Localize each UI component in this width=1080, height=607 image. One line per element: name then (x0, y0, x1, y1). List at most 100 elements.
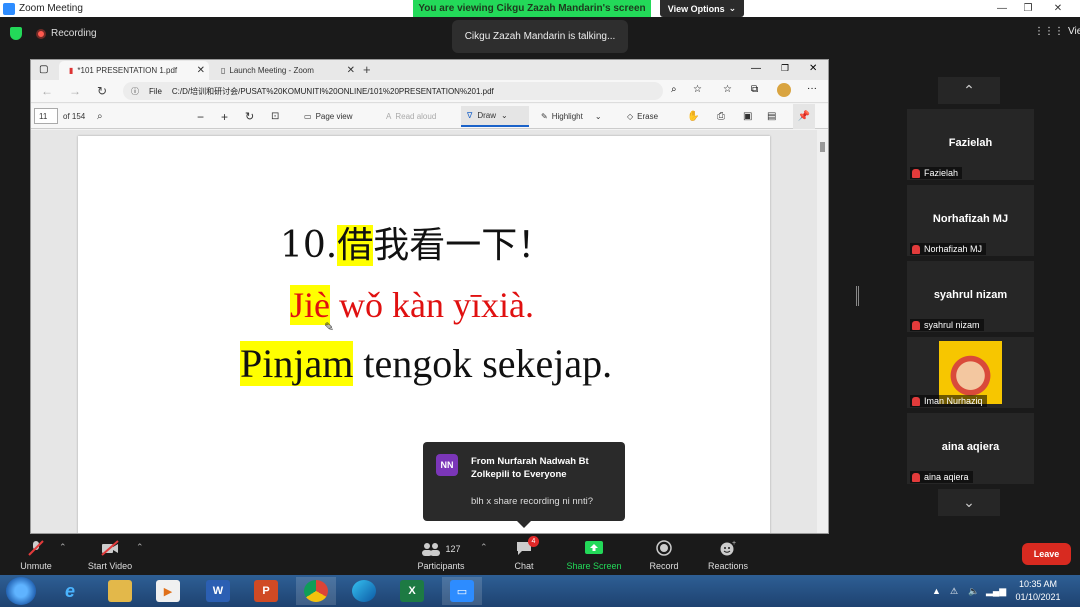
search-icon[interactable]: ⌕ (97, 104, 103, 129)
rotate-icon[interactable]: ↻ (245, 104, 254, 129)
url-field[interactable]: ⓘ File C:/D/培训和研讨会/PUSAT%20KOMUNITI%20ON… (123, 82, 663, 100)
highlighted-word: Pinjam (240, 341, 354, 386)
participants-button[interactable]: 127 Participants (414, 535, 468, 575)
talking-indicator: Cikgu Zazah Mandarin is talking... (452, 20, 628, 53)
view-options-button[interactable]: View Options ⌄ (660, 0, 744, 17)
refresh-icon[interactable]: ↻ (97, 84, 107, 98)
more-icon[interactable]: ··· (807, 83, 817, 94)
slide-line-chinese: 10.借我看一下！ (280, 216, 553, 268)
new-tab-icon[interactable]: + (363, 62, 371, 77)
participant-label: Norhafizah MJ (910, 243, 987, 255)
chevron-down-icon[interactable]: ⌄ (501, 111, 508, 120)
media-player-icon[interactable]: ▶ (148, 577, 188, 605)
powerpoint-icon[interactable]: P (246, 577, 286, 605)
participant-name: Norhafizah MJ (932, 213, 1009, 225)
scrollbar-thumb[interactable] (820, 142, 825, 152)
chevron-up-icon[interactable]: ⌃ (136, 542, 144, 553)
close-tab-icon[interactable]: ✕ (347, 65, 355, 76)
zoom-out-icon[interactable]: − (197, 104, 204, 129)
restore-icon[interactable]: ❐ (1015, 0, 1041, 17)
start-video-button[interactable]: Start Video (84, 535, 136, 575)
highlighted-word: 借 (337, 225, 374, 266)
pin-icon[interactable]: 📌 (793, 104, 815, 129)
mic-muted-icon (912, 396, 920, 406)
viewing-banner: You are viewing Cikgu Zazah Mandarin's s… (413, 0, 651, 17)
word-icon[interactable]: W (198, 577, 238, 605)
signal-icon[interactable]: ▂▄▆ (986, 575, 1006, 607)
participant-tile[interactable]: Fazielah Fazielah (907, 109, 1034, 180)
network-warning-icon[interactable]: ⚠ (950, 575, 958, 607)
fit-page-icon[interactable]: ⊡ (271, 104, 279, 129)
address-bar: ← → ↻ ⓘ File C:/D/培训和研讨会/PUSAT%20KOMUNIT… (31, 80, 828, 103)
read-aloud-button[interactable]: A Read aloud (386, 104, 436, 129)
browser-tab-bar: ▢ ▮ *101 PRESENTATION 1.pdf ✕ ▯ Launch M… (31, 60, 828, 80)
chevron-down-icon[interactable]: ⌄ (595, 112, 602, 121)
participant-tile[interactable]: Iman Nurhaziq (907, 337, 1034, 408)
zoom-app-icon[interactable]: ▭ (442, 577, 482, 605)
chrome-icon[interactable] (296, 577, 336, 605)
edge-icon[interactable] (344, 577, 384, 605)
draw-button[interactable]: ∇ Draw ⌄ (461, 106, 529, 127)
reactions-button[interactable]: + Reactions (704, 535, 752, 575)
collections-icon[interactable]: ⧉ (751, 84, 758, 95)
file-explorer-icon[interactable] (100, 577, 140, 605)
pen-icon: ∇ (467, 111, 473, 120)
save-icon[interactable]: ▣ (743, 104, 752, 129)
participant-tile[interactable]: syahrul nizam syahrul nizam (907, 261, 1034, 332)
erase-button[interactable]: ◇ Erase (627, 104, 658, 129)
highlight-label: Highlight (551, 112, 583, 121)
leave-button[interactable]: Leave (1022, 543, 1071, 565)
participant-label: aina aqiera (910, 471, 973, 483)
hand-icon[interactable]: ✋ (687, 104, 699, 129)
url-prefix: File (149, 86, 162, 96)
tab-pdf[interactable]: ▮ *101 PRESENTATION 1.pdf ✕ (59, 61, 209, 80)
excel-icon[interactable]: X (392, 577, 432, 605)
close-icon[interactable]: ✕ (1045, 0, 1071, 17)
zoom-search-icon[interactable]: ⌕ (671, 84, 677, 95)
mic-muted-icon (912, 244, 920, 254)
zoom-in-icon[interactable]: + (221, 104, 228, 129)
chat-sender: From Nurfarah Nadwah Bt Zolkepili to Eve… (471, 456, 589, 480)
shield-icon[interactable] (10, 27, 22, 40)
close-tab-icon[interactable]: ✕ (197, 65, 205, 76)
draw-label: Draw (477, 111, 497, 120)
chevron-up-icon[interactable]: ⌃ (480, 542, 488, 553)
system-clock[interactable]: 10:35 AM 01/10/2021 (1006, 578, 1070, 604)
page-number-input[interactable]: 11 (34, 108, 58, 124)
internet-explorer-icon[interactable]: e (50, 577, 90, 605)
close-icon[interactable]: ✕ (809, 63, 817, 74)
windows-start-icon[interactable] (6, 577, 36, 605)
save-as-icon[interactable]: ▤ (767, 104, 776, 129)
volume-icon[interactable]: 🔈 (968, 575, 979, 607)
minimize-icon[interactable]: — (989, 0, 1015, 17)
meeting-controls: Unmute ⌃ Start Video ⌃ 127 Participants … (0, 535, 1080, 575)
scroll-down-button[interactable]: ⌄ (938, 489, 1000, 516)
tab-actions-icon[interactable]: ▢ (39, 64, 48, 75)
share-screen-button[interactable]: Share Screen (562, 535, 626, 575)
tab-label: *101 PRESENTATION 1.pdf (77, 66, 178, 75)
minimize-icon[interactable]: — (751, 63, 761, 74)
back-icon[interactable]: ← (41, 84, 53, 98)
scroll-up-button[interactable]: ⌃ (938, 77, 1000, 104)
show-hidden-icons[interactable]: ▲ (932, 575, 941, 607)
unmute-button[interactable]: Unmute (14, 535, 58, 575)
highlight-button[interactable]: ✎ Highlight ⌄ (541, 104, 602, 129)
record-button[interactable]: Record (644, 535, 684, 575)
profile-avatar[interactable] (777, 83, 791, 97)
forward-icon[interactable]: → (69, 84, 81, 98)
restore-icon[interactable]: ❐ (781, 63, 789, 74)
slide-text: 我看一下！ (373, 225, 554, 266)
favorites-icon[interactable]: ☆ (723, 84, 732, 95)
participant-tile[interactable]: Norhafizah MJ Norhafizah MJ (907, 185, 1034, 256)
panel-resize-handle[interactable] (856, 286, 859, 306)
tab-launch-meeting[interactable]: ▯ Launch Meeting - Zoom ✕ (211, 61, 359, 80)
read-aloud-icon[interactable]: ☆ (693, 84, 702, 95)
chevron-up-icon[interactable]: ⌃ (59, 542, 67, 553)
page-view-button[interactable]: ▭ Page view (304, 104, 352, 129)
participants-label: Participants (417, 561, 465, 571)
chat-notification[interactable]: NN From Nurfarah Nadwah Bt Zolkepili to … (423, 442, 625, 528)
view-button[interactable]: ⋮⋮⋮ View (1034, 26, 1080, 37)
participant-tile[interactable]: aina aqiera aina aqiera (907, 413, 1034, 484)
print-icon[interactable]: ⎙ (717, 104, 725, 129)
vertical-scrollbar[interactable] (817, 130, 828, 533)
